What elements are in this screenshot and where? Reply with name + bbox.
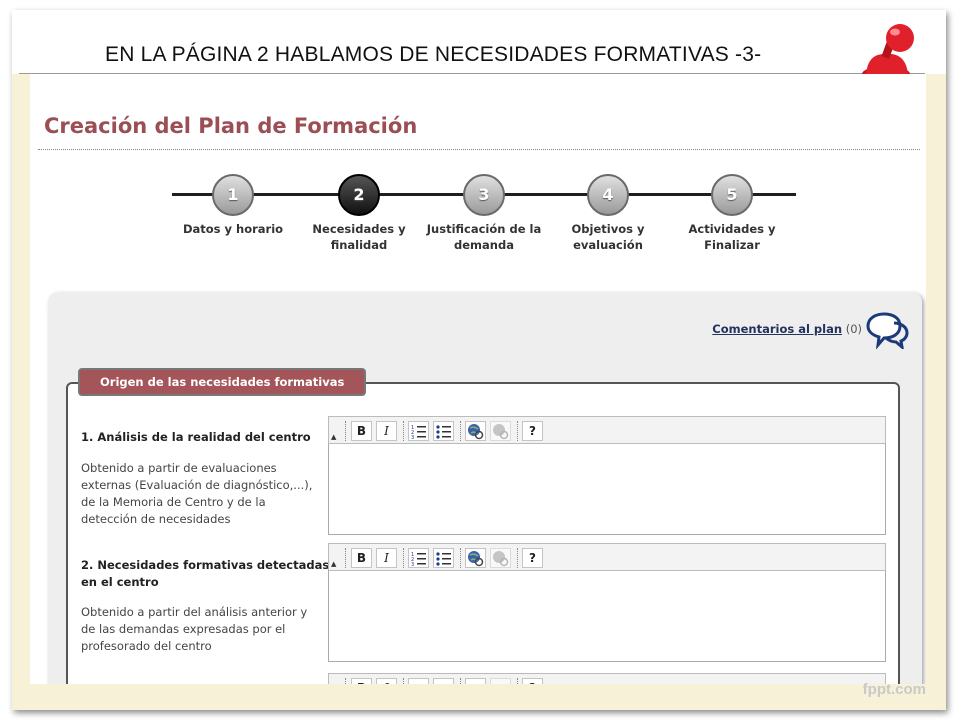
link-icon[interactable]: [465, 548, 486, 568]
editor-toolbar: ▲ B I ?: [328, 673, 886, 684]
svg-text:3: 3: [411, 435, 414, 440]
title-divider: [38, 149, 920, 150]
slide: EN LA PÁGINA 2 HABLAMOS DE NECESIDADES F…: [12, 10, 946, 710]
step-label: Objetivos y evaluación: [571, 222, 645, 252]
italic-button[interactable]: I: [376, 678, 397, 684]
wizard-step-5[interactable]: 5 Actividades y Finalizar: [667, 174, 797, 253]
unordered-list-icon[interactable]: [433, 548, 454, 568]
editor-toolbar: ▲ B I 123 ?: [328, 543, 886, 571]
unlink-icon[interactable]: [490, 548, 511, 568]
bold-button[interactable]: B: [351, 548, 372, 568]
help-icon[interactable]: ?: [522, 678, 543, 684]
help-icon[interactable]: ?: [522, 548, 543, 568]
step-label: Actividades y Finalizar: [688, 222, 776, 252]
toolbar-collapse-icon[interactable]: ▲: [331, 560, 336, 568]
step-label: Necesidades y finalidad: [312, 222, 406, 252]
step-label: Justificación de la demanda: [426, 222, 542, 252]
question-2-textarea[interactable]: [328, 571, 886, 662]
step-label: Datos y horario: [182, 222, 284, 236]
needs-origin-fieldset: Origen de las necesidades formativas 1. …: [66, 368, 900, 684]
speech-bubbles-icon[interactable]: [864, 311, 910, 349]
fieldset-legend: Origen de las necesidades formativas: [78, 368, 367, 396]
step-number: 1: [212, 174, 254, 216]
toolbar-collapse-icon[interactable]: ▲: [331, 433, 336, 441]
ordered-list-icon[interactable]: 123: [408, 421, 429, 441]
question-1-editor: ▲ B I 123 ?: [328, 416, 886, 535]
slide-header: EN LA PÁGINA 2 HABLAMOS DE NECESIDADES F…: [12, 10, 946, 74]
bold-button[interactable]: B: [351, 421, 372, 441]
wizard-step-2[interactable]: 2 Necesidades y finalidad: [294, 174, 424, 253]
slide-title: EN LA PÁGINA 2 HABLAMOS DE NECESIDADES F…: [105, 43, 762, 66]
bold-button[interactable]: B: [351, 678, 372, 684]
link-icon[interactable]: [465, 678, 486, 684]
question-2-editor: ▲ B I 123 ?: [328, 543, 886, 662]
comments-link[interactable]: Comentarios al plan: [712, 322, 842, 336]
wizard-step-3[interactable]: 3 Justificación de la demanda: [419, 174, 549, 253]
comments-count: (0): [845, 322, 862, 336]
comments-link-area: Comentarios al plan (0): [712, 322, 862, 336]
editor-toolbar: ▲ B I 123 ?: [328, 416, 886, 444]
wizard-step-4[interactable]: 4 Objetivos y evaluación: [543, 174, 673, 253]
italic-button[interactable]: I: [376, 548, 397, 568]
wizard-step-1[interactable]: 1 Datos y horario: [168, 174, 298, 237]
ordered-list-icon[interactable]: [408, 678, 429, 684]
step-number: 5: [711, 174, 753, 216]
question-2-description: Obtenido a partir del análisis anterior …: [81, 605, 308, 653]
help-icon[interactable]: ?: [522, 421, 543, 441]
browser-screen: Creación del Plan de Formación 1 Datos y…: [30, 74, 926, 684]
question-1-textarea[interactable]: [328, 444, 886, 535]
unordered-list-icon[interactable]: [433, 678, 454, 684]
watermark: fppt.com: [862, 681, 926, 698]
unlink-icon[interactable]: [490, 421, 511, 441]
page-title: Creación del Plan de Formación: [44, 114, 418, 138]
question-1-description: Obtenido a partir de evaluaciones extern…: [81, 461, 313, 526]
svg-text:3: 3: [411, 562, 414, 567]
question-3-editor: ▲ B I ?: [328, 673, 886, 684]
step-number: 2: [338, 174, 380, 216]
ordered-list-icon[interactable]: 123: [408, 548, 429, 568]
unordered-list-icon[interactable]: [433, 421, 454, 441]
link-icon[interactable]: [465, 421, 486, 441]
step-number: 3: [463, 174, 505, 216]
unlink-icon[interactable]: [490, 678, 511, 684]
step-number: 4: [587, 174, 629, 216]
question-2-title: 2. Necesidades formativas detectadas en …: [81, 558, 330, 589]
question-1-title: 1. Análisis de la realidad del centro: [81, 430, 311, 444]
form-panel: Comentarios al plan (0) Origen de las ne…: [48, 292, 922, 684]
italic-button[interactable]: I: [376, 421, 397, 441]
